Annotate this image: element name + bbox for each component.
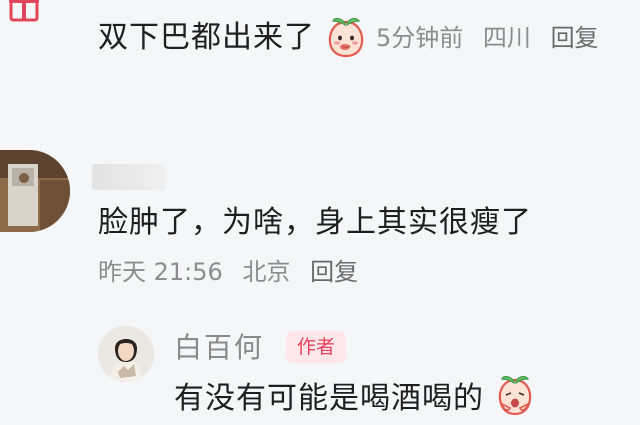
avatar[interactable] <box>98 326 154 382</box>
peach-clap-emoji-icon <box>496 374 534 416</box>
author-badge: 作者 <box>286 331 346 363</box>
comment-meta: 昨天 21:56 北京 回复 <box>98 256 358 288</box>
comment-text: 双下巴都出来了 <box>98 20 315 55</box>
gift-icon <box>8 0 40 22</box>
comment-text: 脸肿了，为啥，身上其实很瘦了 <box>98 205 532 240</box>
reply-button[interactable]: 回复 <box>310 258 358 286</box>
username-blurred[interactable] <box>92 164 166 190</box>
comment-location: 四川 <box>482 24 531 52</box>
reply-text: 有没有可能是喝酒喝的 <box>174 381 484 416</box>
peach-blush-emoji-icon <box>326 16 366 58</box>
comment-location: 北京 <box>242 258 291 286</box>
reply-button[interactable]: 回复 <box>551 24 599 52</box>
comment-time: 昨天 21:56 <box>98 258 223 286</box>
avatar[interactable] <box>0 150 70 232</box>
comment-meta: 5分钟前 四川 回复 <box>376 22 599 54</box>
comment-time: 5分钟前 <box>376 24 464 52</box>
author-username[interactable]: 白百何 <box>174 330 264 366</box>
